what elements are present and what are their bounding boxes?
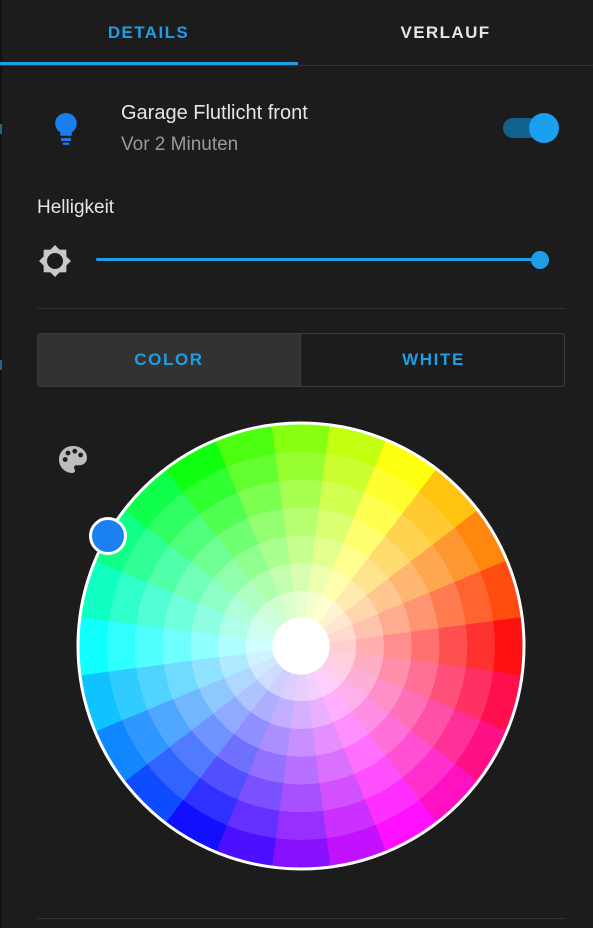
mode-selector: COLOR WHITE	[37, 333, 565, 387]
power-toggle[interactable]	[503, 113, 559, 143]
edge-mark	[0, 360, 2, 370]
slider-track	[96, 258, 536, 261]
wheel-segment	[383, 631, 413, 661]
wheel-segment	[410, 627, 441, 665]
brightness-slider[interactable]	[96, 248, 552, 272]
wheel-center	[272, 617, 330, 675]
toggle-thumb	[529, 113, 559, 143]
last-changed: Vor 2 Minuten	[121, 134, 239, 155]
slider-thumb[interactable]	[531, 251, 549, 269]
wheel-segment	[161, 627, 192, 665]
wheel-segment	[493, 616, 524, 676]
color-wheel[interactable]	[75, 418, 527, 874]
more-info-dialog: DETAILS VERLAUF Garage Flutlicht front V…	[0, 0, 593, 928]
wheel-segment	[282, 755, 320, 786]
wheel-segment	[271, 423, 331, 454]
wheel-segment	[438, 623, 468, 669]
wheel-segment	[278, 479, 324, 509]
wheel-segment	[78, 616, 109, 676]
wheel-segment	[275, 810, 327, 841]
lightbulb-icon	[55, 113, 77, 145]
wheel-segment	[286, 728, 316, 758]
mode-color-button[interactable]: COLOR	[38, 334, 301, 386]
divider	[37, 308, 565, 309]
left-edge	[0, 0, 2, 928]
active-tab-indicator	[0, 62, 298, 65]
color-wheel-handle[interactable]	[89, 517, 127, 555]
wheel-segment	[106, 620, 137, 672]
edge-mark	[0, 124, 2, 134]
color-wheel-graphic[interactable]	[75, 418, 527, 874]
entity-name: Garage Flutlicht front	[121, 102, 308, 124]
wheel-segment	[134, 623, 164, 669]
tab-details[interactable]: DETAILS	[0, 0, 297, 66]
brightness-icon	[39, 245, 71, 277]
wheel-segment	[286, 534, 316, 564]
tab-bar: DETAILS VERLAUF	[0, 0, 593, 66]
brightness-label: Helligkeit	[37, 197, 115, 218]
wheel-segment	[282, 506, 320, 537]
tab-verlauf[interactable]: VERLAUF	[297, 0, 593, 66]
mode-white-button[interactable]: WHITE	[302, 334, 564, 386]
wheel-segment	[189, 631, 219, 661]
wheel-segment	[271, 838, 331, 869]
wheel-segment	[275, 451, 327, 482]
wheel-segment	[465, 620, 496, 672]
divider	[37, 918, 565, 919]
wheel-segment	[278, 783, 324, 813]
